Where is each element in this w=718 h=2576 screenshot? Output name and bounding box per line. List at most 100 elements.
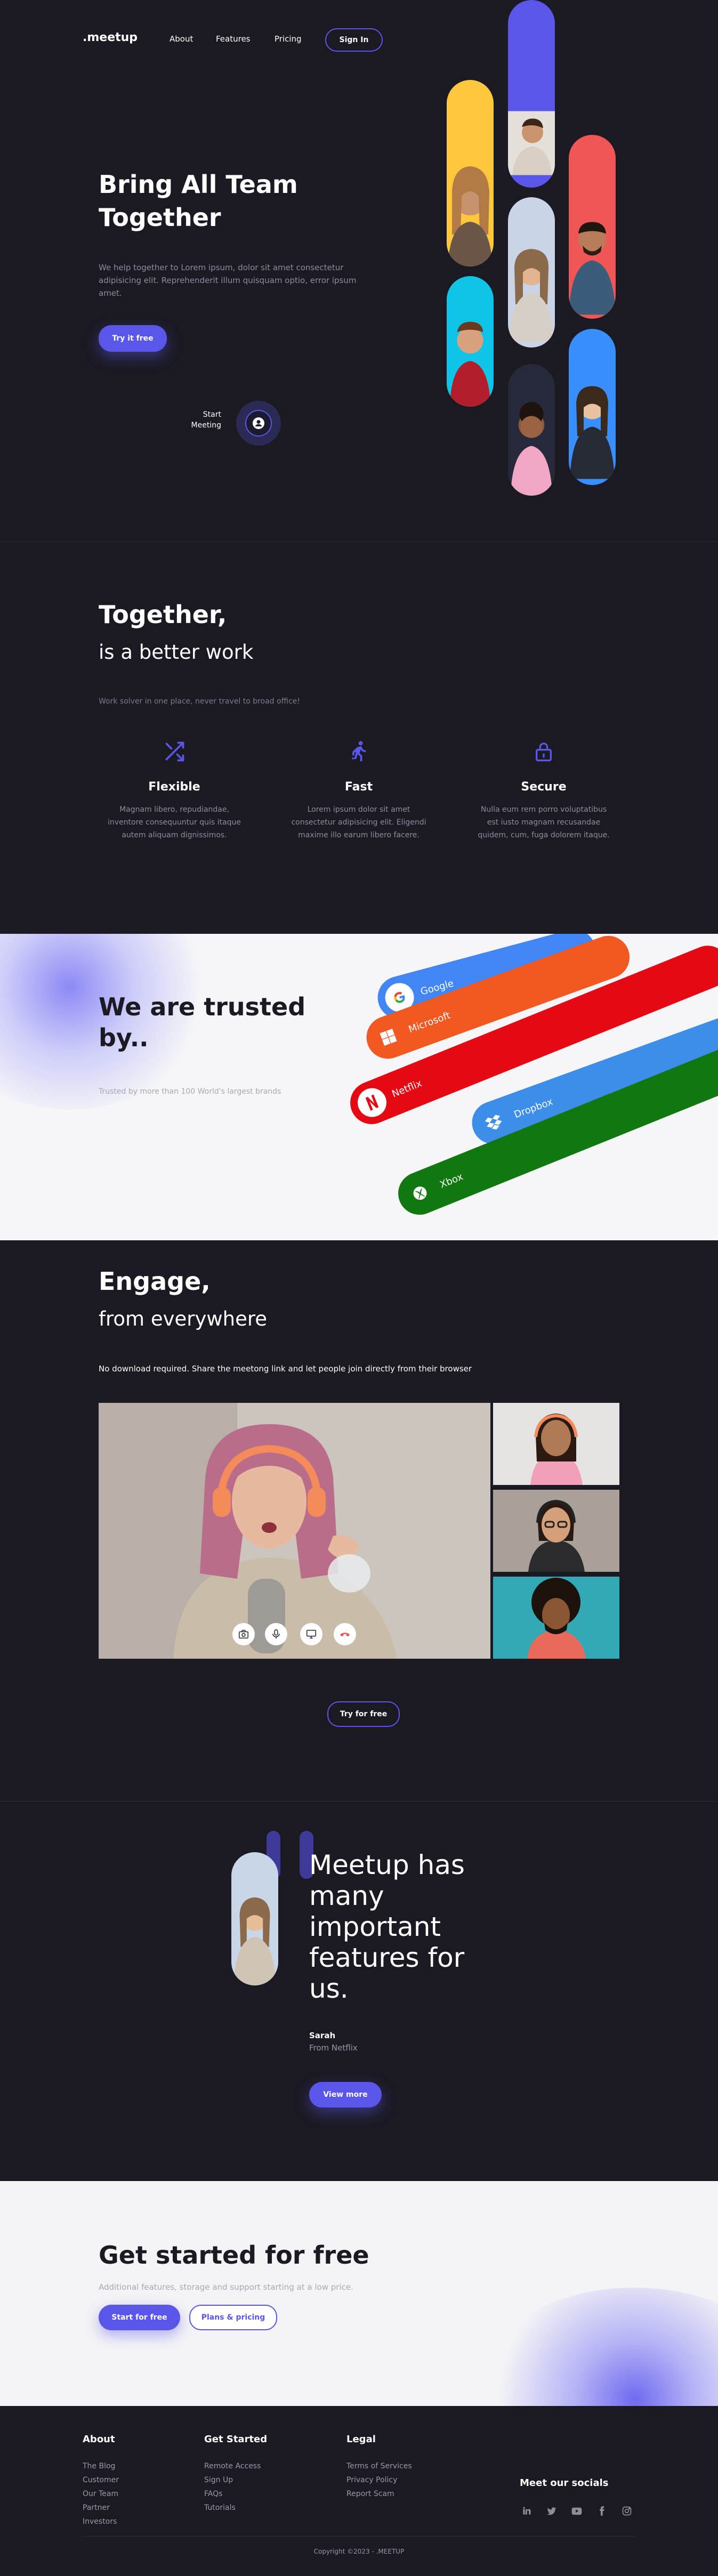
nav-pricing[interactable]: Pricing (275, 34, 302, 44)
footer-link[interactable]: Investors (83, 2515, 119, 2529)
nav-features[interactable]: Features (216, 34, 251, 44)
engage-description: No download required. Share the meetong … (99, 1364, 472, 1374)
footer-link[interactable]: Privacy Policy (346, 2473, 412, 2487)
trusted-title: We are trusted by.. (99, 992, 306, 1052)
dropbox-icon (485, 1115, 502, 1130)
microphone-button[interactable] (265, 1623, 287, 1645)
footer-link[interactable]: Terms of Services (346, 2459, 412, 2473)
socials-title: Meet our socials (520, 2477, 609, 2489)
footer-link[interactable]: Partner (83, 2501, 119, 2515)
get-started-section: Get started for free Additional features… (0, 2181, 718, 2406)
microphone-icon (272, 1629, 280, 1639)
team-photo-7 (569, 329, 616, 485)
team-photo-1 (447, 80, 494, 267)
footer-link[interactable]: Remote Access (204, 2459, 261, 2473)
instagram-link[interactable] (620, 2504, 634, 2518)
footer-heading-legal: Legal (346, 2434, 376, 2445)
lock-icon (536, 742, 552, 762)
brand-label: Dropbox (512, 1096, 554, 1120)
youtube-link[interactable] (570, 2504, 584, 2518)
testimonial-source: From Netflix (309, 2043, 358, 2053)
shuffle-icon (165, 741, 184, 762)
start-for-free-button[interactable]: Start for free (99, 2305, 180, 2330)
video-thumb-2[interactable] (493, 1490, 619, 1572)
get-started-subtitle: Additional features, storage and support… (99, 2282, 353, 2292)
footer-link[interactable]: Report Scam (346, 2487, 412, 2501)
participant-photo (493, 1490, 619, 1572)
footer-list-legal: Terms of Services Privacy Policy Report … (346, 2459, 412, 2501)
hero-description: We help together to Lorem ipsum, dolor s… (99, 263, 357, 298)
camera-icon (238, 1629, 249, 1639)
footer-link[interactable]: FAQs (204, 2487, 261, 2501)
footer-link[interactable]: Customer (83, 2473, 119, 2487)
footer-link[interactable]: Sign Up (204, 2473, 261, 2487)
view-more-button[interactable]: View more (309, 2082, 382, 2107)
brand-label: Xbox (438, 1170, 465, 1191)
footer-list-about: The Blog Customer Our Team Partner Inves… (83, 2459, 119, 2529)
logo[interactable]: .meetup (83, 31, 138, 44)
footer-link[interactable]: The Blog (83, 2459, 119, 2473)
footer-heading-get-started: Get Started (204, 2434, 268, 2445)
nav-about[interactable]: About (170, 34, 193, 44)
testimonial-author: Sarah (309, 2031, 336, 2040)
twitter-link[interactable] (545, 2504, 559, 2518)
team-photo-2 (447, 276, 494, 407)
engage-subtitle: from everywhere (99, 1307, 268, 1330)
twitter-icon (546, 2507, 556, 2515)
together-section: Together, is a better work Work solver i… (0, 542, 718, 934)
person-icon (253, 417, 264, 429)
brand-label: Microsoft (407, 1010, 452, 1035)
sign-in-button[interactable]: Sign In (325, 28, 383, 52)
linkedin-link[interactable] (520, 2504, 534, 2518)
linkedin-icon (523, 2507, 531, 2515)
plans-pricing-button[interactable]: Plans & pricing (189, 2305, 277, 2330)
monitor-icon (306, 1629, 317, 1639)
try-for-free-button[interactable]: Try for free (327, 1701, 400, 1727)
feature-title: Flexible (148, 780, 200, 794)
google-icon (394, 992, 405, 1003)
feature-title: Secure (521, 780, 567, 794)
feature-text: Magnam libero, repudiandae, inventore co… (108, 805, 241, 839)
get-started-title: Get started for free (99, 2241, 369, 2270)
try-it-free-button[interactable]: Try it free (99, 325, 167, 352)
netflix-icon (365, 1094, 379, 1111)
together-title: Together, (99, 600, 227, 629)
running-icon (352, 741, 366, 762)
phone-hangup-icon (340, 1633, 350, 1637)
team-photo-6 (569, 135, 616, 319)
camera-button[interactable] (232, 1623, 255, 1645)
feature-flexible: Flexible Magnam libero, repudiandae, inv… (105, 739, 244, 842)
team-photo-5 (508, 364, 555, 496)
feature-title: Fast (344, 780, 373, 794)
footer-list-get-started: Remote Access Sign Up FAQs Tutorials (204, 2459, 261, 2515)
footer-divider (83, 2536, 635, 2537)
feature-text: Nulla eum rem porro voluptatibus est ius… (478, 805, 610, 839)
start-meeting-button[interactable] (236, 401, 281, 446)
footer-link[interactable]: Our Team (83, 2487, 119, 2501)
brand-label: Netflix (390, 1077, 424, 1100)
footer-link[interactable]: Tutorials (204, 2501, 261, 2515)
page: .meetup About Features Pricing Sign In B… (0, 0, 718, 2576)
feature-fast: Fast Lorem ipsum dolor sit amet consecte… (289, 739, 428, 842)
trusted-subtitle: Trusted by more than 100 World's largest… (99, 1087, 281, 1096)
copyright: Copyright ©2023 - .MEETUP (313, 2548, 405, 2555)
facebook-icon (600, 2506, 604, 2516)
engage-title: Engage, (99, 1267, 211, 1296)
feature-secure: Secure Nulla eum rem porro voluptatibus … (474, 739, 613, 842)
video-thumb-1[interactable] (493, 1403, 619, 1485)
team-photo-3 (508, 0, 555, 188)
instagram-icon (622, 2506, 632, 2516)
video-main-participant (99, 1403, 490, 1659)
participant-photo (493, 1577, 619, 1659)
microsoft-icon (380, 1028, 397, 1046)
end-call-button[interactable] (334, 1623, 356, 1645)
video-thumb-3[interactable] (493, 1577, 619, 1659)
testimonial-photo (231, 1852, 278, 1985)
facebook-link[interactable] (595, 2504, 609, 2518)
trusted-section: We are trusted by.. Trusted by more than… (0, 934, 718, 1240)
screen-share-button[interactable] (300, 1623, 322, 1645)
testimonial-quote: Meetup has many important features for u… (309, 1850, 465, 2004)
together-subtitle: is a better work (99, 641, 254, 664)
hero-section: .meetup About Features Pricing Sign In B… (0, 0, 718, 541)
together-tagline: Work solver in one place, never travel t… (99, 697, 301, 706)
